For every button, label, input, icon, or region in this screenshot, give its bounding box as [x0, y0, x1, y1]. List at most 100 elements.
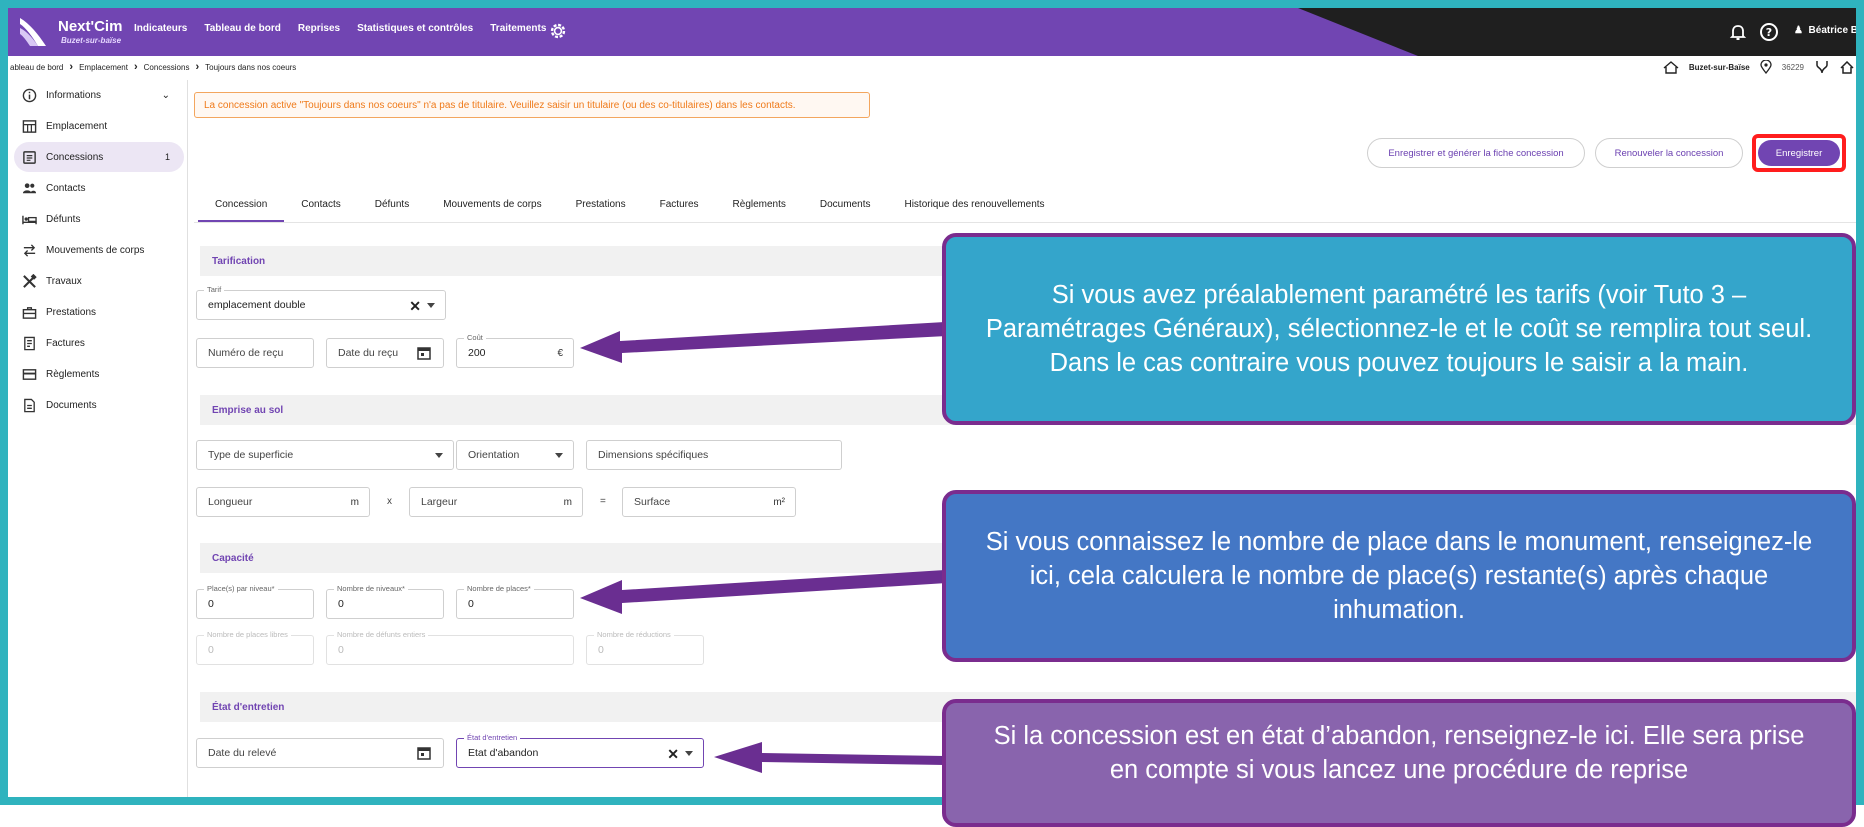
- sidebar-item-label: Travaux: [46, 275, 82, 287]
- caret-down-icon[interactable]: [435, 453, 443, 458]
- tab-documents[interactable]: Documents: [803, 194, 888, 222]
- people-icon: [22, 182, 37, 193]
- home-icon[interactable]: [1840, 60, 1854, 74]
- tab-concession[interactable]: Concession: [198, 194, 285, 222]
- branch-icon[interactable]: [1814, 60, 1830, 74]
- more-vertical-icon[interactable]: [1858, 144, 1862, 160]
- swap-arrows-icon: [23, 243, 36, 257]
- dimensions-input[interactable]: Dimensions spécifiques: [586, 440, 842, 470]
- free-places-field: Nombre de places libres 0: [196, 630, 314, 665]
- chevron-right-icon: ›: [195, 61, 200, 73]
- caret-down-icon[interactable]: [555, 453, 563, 458]
- places-per-level-input[interactable]: Place(s) par niveau* 0: [196, 584, 314, 619]
- sidebar-item-defunts[interactable]: Défunts: [14, 204, 184, 234]
- places-input[interactable]: Nombre de places* 0: [456, 584, 574, 619]
- sidebar-item-label: Mouvements de corps: [46, 244, 145, 256]
- field-value: 0: [208, 644, 214, 656]
- sidebar-item-emplacement[interactable]: Emplacement: [14, 111, 184, 141]
- field-placeholder: Type de superficie: [208, 449, 294, 461]
- tab-defunts[interactable]: Défunts: [358, 194, 426, 222]
- user-menu[interactable]: ♟ Béatrice B.: [1794, 25, 1856, 36]
- gear-icon[interactable]: [548, 21, 568, 41]
- chevron-down-icon[interactable]: ⌄: [162, 90, 170, 101]
- surface-type-select[interactable]: Type de superficie: [196, 440, 454, 470]
- field-label: Place(s) par niveau*: [204, 584, 278, 593]
- unit-suffix: m²: [773, 496, 785, 508]
- field-placeholder: Numéro de reçu: [208, 347, 284, 359]
- nav-reprises[interactable]: Reprises: [298, 23, 340, 34]
- clear-icon[interactable]: ✕: [409, 298, 421, 315]
- field-placeholder: Dimensions spécifiques: [598, 449, 709, 461]
- location-bar: Buzet-sur-Baïse 36229: [1663, 60, 1854, 74]
- sidebar-item-prestations[interactable]: Prestations: [14, 297, 184, 327]
- sidebar-item-contacts[interactable]: Contacts: [14, 173, 184, 203]
- nav-traitements[interactable]: Traitements: [490, 23, 546, 34]
- sidebar-item-mouvements[interactable]: Mouvements de corps: [14, 235, 184, 265]
- tools-icon: [23, 273, 37, 288]
- bell-icon[interactable]: [1728, 22, 1748, 42]
- tab-mouvements[interactable]: Mouvements de corps: [426, 194, 558, 222]
- renew-button[interactable]: Renouveler la concession: [1595, 138, 1743, 168]
- calendar-icon[interactable]: [417, 746, 431, 760]
- field-label: Nombre de défunts entiers: [334, 630, 429, 639]
- field-placeholder: Date du relevé: [208, 747, 277, 759]
- tab-historique[interactable]: Historique des renouvellements: [887, 194, 1061, 222]
- maintenance-state-select[interactable]: État d'entretien Etat d'abandon ✕: [456, 733, 704, 768]
- surface-input[interactable]: Surface m²: [622, 487, 796, 517]
- caret-down-icon[interactable]: [685, 751, 693, 756]
- sidebar-item-concessions[interactable]: Concessions 1: [14, 142, 184, 172]
- breadcrumb-item[interactable]: Emplacement: [79, 63, 128, 72]
- callout-capacite: Si vous connaissez le nombre de place da…: [942, 490, 1856, 662]
- sidebar-item-label: Règlements: [46, 368, 100, 380]
- nav-statistiques[interactable]: Statistiques et contrôles: [357, 23, 473, 34]
- width-input[interactable]: Largeur m: [409, 487, 583, 517]
- field-label: Coût: [464, 333, 486, 342]
- survey-date-input[interactable]: Date du relevé: [196, 738, 444, 768]
- logo-icon[interactable]: [16, 14, 52, 50]
- equals-symbol: =: [600, 496, 606, 507]
- cost-input[interactable]: Coût 200 €: [456, 333, 574, 368]
- tab-prestations[interactable]: Prestations: [559, 194, 643, 222]
- help-icon[interactable]: ?: [1758, 21, 1780, 43]
- calendar-icon[interactable]: [417, 346, 431, 360]
- location-name[interactable]: Buzet-sur-Baïse: [1689, 63, 1750, 72]
- sidebar-item-label: Contacts: [46, 182, 86, 194]
- breadcrumb-item[interactable]: ableau de bord: [10, 63, 63, 72]
- field-placeholder: Longueur: [208, 496, 253, 508]
- tarif-select[interactable]: Tarif emplacement double ✕: [196, 285, 446, 320]
- field-placeholder: Surface: [634, 496, 671, 508]
- breadcrumb-item[interactable]: Concessions: [144, 63, 190, 72]
- tab-contacts[interactable]: Contacts: [284, 194, 357, 222]
- levels-input[interactable]: Nombre de niveaux* 0: [326, 584, 444, 619]
- top-bar: Next'Cim Buzet-sur-baïse Indicateurs Tab…: [8, 8, 1856, 56]
- document-list-icon: [23, 150, 36, 164]
- breadcrumb-item: Toujours dans nos coeurs: [205, 62, 297, 72]
- nav-tableau-de-bord[interactable]: Tableau de bord: [204, 23, 281, 34]
- no-holder-alert: La concession active "Toujours dans nos …: [194, 92, 870, 118]
- clear-icon[interactable]: ✕: [667, 746, 679, 763]
- brand-name[interactable]: Next'Cim: [58, 18, 122, 35]
- sidebar-item-factures[interactable]: Factures: [14, 328, 184, 358]
- sidebar-item-informations[interactable]: Informations ⌄: [14, 80, 184, 110]
- user-name: Béatrice B.: [1808, 25, 1856, 36]
- sidebar-item-documents[interactable]: Documents: [14, 390, 184, 420]
- caret-down-icon[interactable]: [427, 303, 435, 308]
- receipt-date-input[interactable]: Date du reçu: [326, 338, 444, 368]
- nav-indicateurs[interactable]: Indicateurs: [134, 23, 187, 34]
- length-input[interactable]: Longueur m: [196, 487, 370, 517]
- save-button[interactable]: Enregistrer: [1752, 134, 1846, 172]
- save-generate-button[interactable]: Enregistrer et générer la fiche concessi…: [1367, 138, 1585, 168]
- orientation-select[interactable]: Orientation: [456, 440, 574, 470]
- count-badge: 1: [164, 152, 170, 162]
- svg-text:?: ?: [1766, 26, 1772, 39]
- sidebar-item-reglements[interactable]: Règlements: [14, 359, 184, 389]
- tab-reglements[interactable]: Règlements: [716, 194, 803, 222]
- sidebar: Informations ⌄ Emplacement Concessions 1…: [8, 80, 188, 797]
- sidebar-item-travaux[interactable]: Travaux: [14, 266, 184, 296]
- currency-suffix: €: [557, 347, 563, 359]
- tab-factures[interactable]: Factures: [643, 194, 716, 222]
- unit-suffix: m: [563, 496, 572, 508]
- field-placeholder: Orientation: [468, 449, 520, 461]
- field-label: Nombre de réductions: [594, 630, 674, 639]
- receipt-number-input[interactable]: Numéro de reçu: [196, 338, 314, 368]
